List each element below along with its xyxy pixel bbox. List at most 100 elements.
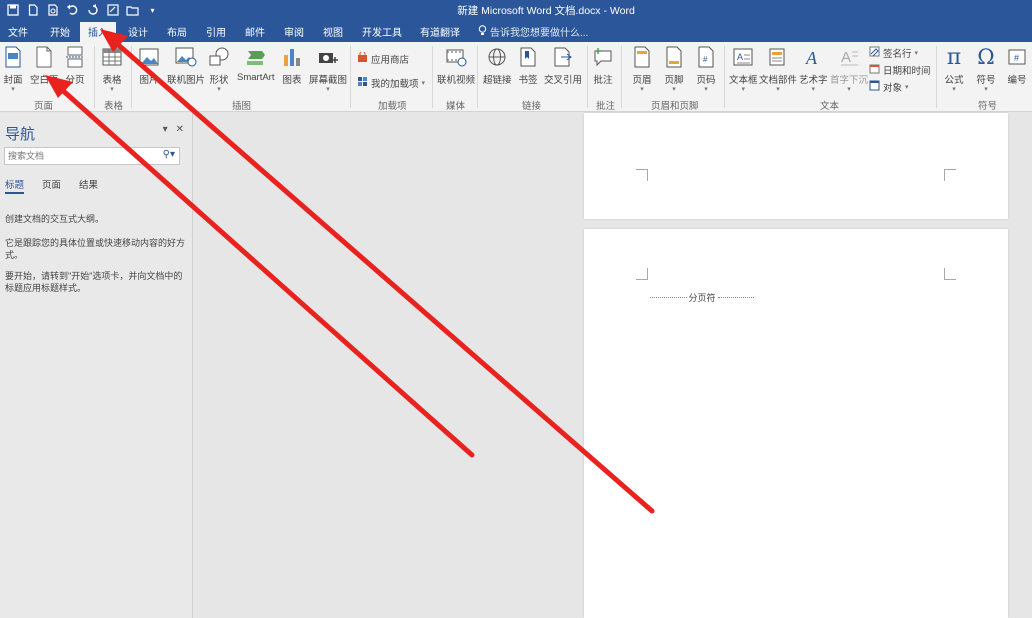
omega-icon: Ω — [977, 45, 995, 69]
store-button[interactable]: 应用商店 — [357, 51, 409, 66]
document-page-2[interactable] — [584, 229, 1008, 618]
hyperlink-button[interactable]: 超链接 — [483, 45, 512, 86]
drop-cap-button[interactable]: A 首字下沉 ▾ — [830, 45, 868, 93]
textbox-button[interactable]: A 文本框 ▾ — [729, 45, 758, 93]
online-video-icon — [445, 45, 467, 69]
textbox-icon: A — [732, 45, 754, 69]
tab-review[interactable]: 审阅 — [284, 24, 304, 39]
signature-line-button[interactable]: 签名行 ▾ — [869, 46, 918, 60]
group-addins-label: 加载项 — [378, 101, 407, 112]
bookmark-button[interactable]: 书签 — [517, 45, 539, 86]
online-video-button[interactable]: 联机视频 — [437, 45, 475, 86]
svg-text:A: A — [841, 49, 851, 66]
nav-tab-results[interactable]: 结果 — [79, 177, 98, 194]
group-comments-label: 批注 — [596, 101, 616, 112]
ribbon-separator — [94, 46, 95, 108]
smartart-icon — [245, 45, 267, 69]
page-break-button[interactable]: 分页 — [64, 45, 86, 86]
nav-help-line-3: 要开始，请转到"开始"选项卡，并向文档中的标题应用标题样式。 — [5, 271, 183, 293]
ribbon-insert: 封面 ▾ 空白页 分页 页面 表格 ▾ 表格 图片 联机图片 形状 ▾ SmartAr… — [0, 42, 1032, 112]
bookmark-icon — [517, 45, 539, 69]
equation-button[interactable]: π 公式 ▾ — [943, 44, 965, 94]
pane-options-icon[interactable]: ▾ — [163, 124, 168, 135]
pi-icon: π — [946, 44, 962, 70]
table-button[interactable]: 表格 ▾ — [101, 45, 123, 93]
group-tables-label: 表格 — [104, 101, 124, 112]
tab-developer[interactable]: 开发工具 — [362, 24, 402, 39]
quick-parts-button[interactable]: 文档部件 ▾ — [759, 45, 797, 93]
ribbon-tabs: 文件 开始 插入 设计 布局 引用 邮件 审阅 视图 开发工具 有道翻译 告诉我… — [0, 20, 1032, 42]
tab-insert[interactable]: 插入 — [80, 22, 116, 42]
group-text-label: 文本 — [820, 101, 840, 112]
my-addins-button[interactable]: 我的加载项 ▾ — [357, 76, 425, 90]
shapes-icon — [208, 45, 230, 69]
page-break-icon — [64, 45, 86, 69]
tab-references[interactable]: 引用 — [206, 24, 226, 39]
close-icon[interactable]: ✕ — [176, 124, 184, 135]
group-illustrations-label: 插图 — [232, 101, 252, 112]
addins-icon — [357, 76, 368, 90]
ribbon-separator — [131, 46, 132, 108]
picture-icon — [138, 45, 160, 69]
wordart-button[interactable]: A 艺术字 ▾ — [799, 45, 828, 93]
picture-button[interactable]: 图片 — [138, 45, 160, 86]
page-number-icon: # — [695, 45, 717, 69]
quick-parts-icon — [767, 45, 789, 69]
ribbon-separator — [621, 46, 622, 108]
header-button[interactable]: 页眉 ▾ — [631, 45, 653, 93]
vertical-scrollbar[interactable] — [1018, 113, 1032, 618]
cross-reference-button[interactable]: 交叉引用 — [544, 45, 582, 86]
nav-search-box[interactable]: ⚲▾ — [4, 147, 180, 165]
hyperlink-icon — [486, 45, 508, 69]
search-icon[interactable]: ⚲▾ — [163, 149, 175, 160]
tab-file[interactable]: 文件 — [8, 24, 28, 39]
group-header-footer-label: 页眉和页脚 — [651, 101, 699, 112]
cover-page-button[interactable]: 封面 ▾ — [2, 45, 24, 93]
footer-button[interactable]: 页脚 ▾ — [663, 45, 685, 93]
table-icon — [101, 45, 123, 69]
numbering-button[interactable]: # 编号 — [1006, 45, 1028, 86]
tab-design[interactable]: 设计 — [128, 24, 148, 39]
blank-page-button[interactable]: 空白页 — [30, 45, 59, 86]
tab-youdao[interactable]: 有道翻译 — [420, 24, 460, 39]
margin-corner — [636, 169, 648, 181]
date-time-button[interactable]: 日期和时间 — [869, 63, 931, 77]
comment-button[interactable]: 批注 — [592, 45, 614, 86]
chart-button[interactable]: 图表 — [281, 45, 303, 86]
tab-layout[interactable]: 布局 — [167, 24, 187, 39]
ribbon-separator — [432, 46, 433, 108]
nav-title: 导航 — [5, 126, 36, 143]
nav-tab-headings[interactable]: 标题 — [5, 177, 25, 194]
footer-icon — [663, 45, 685, 69]
group-symbols-label: 符号 — [978, 101, 998, 112]
ribbon-separator — [936, 46, 937, 108]
screenshot-button[interactable]: 屏幕截图 ▾ — [309, 45, 347, 93]
group-links-label: 链接 — [522, 101, 542, 112]
title-bar: ▾ 新建 Microsoft Word 文档.docx - Word — [0, 0, 1032, 20]
document-page-1[interactable] — [584, 113, 1008, 219]
signature-icon — [869, 46, 880, 60]
tab-view[interactable]: 视图 — [323, 24, 343, 39]
nav-tab-pages[interactable]: 页面 — [42, 177, 61, 194]
search-input[interactable] — [5, 148, 145, 164]
margin-corner — [944, 268, 956, 280]
window-title: 新建 Microsoft Word 文档.docx - Word — [457, 5, 635, 17]
tab-mailings[interactable]: 邮件 — [245, 24, 265, 39]
object-button[interactable]: 对象 ▾ — [869, 80, 909, 94]
tell-me-box[interactable]: 告诉我您想要做什么... — [478, 24, 588, 39]
ribbon-separator — [477, 46, 478, 108]
page-number-button[interactable]: # 页码 ▾ — [695, 45, 717, 93]
drop-cap-icon: A — [838, 45, 860, 69]
tab-home[interactable]: 开始 — [50, 24, 70, 39]
margin-corner — [944, 169, 956, 181]
margin-corner — [636, 268, 648, 280]
cross-reference-icon — [552, 45, 574, 69]
shapes-button[interactable]: 形状 ▾ — [208, 45, 230, 93]
blank-page-icon — [33, 45, 55, 69]
symbol-button[interactable]: Ω 符号 ▾ — [975, 45, 997, 93]
smartart-button[interactable]: SmartArt — [237, 45, 274, 83]
nav-help-line-1: 创建文档的交互式大纲。 — [5, 214, 105, 224]
tell-me-text: 告诉我您想要做什么... — [490, 28, 589, 39]
calendar-icon — [869, 63, 880, 77]
online-picture-button[interactable]: 联机图片 — [167, 45, 205, 86]
